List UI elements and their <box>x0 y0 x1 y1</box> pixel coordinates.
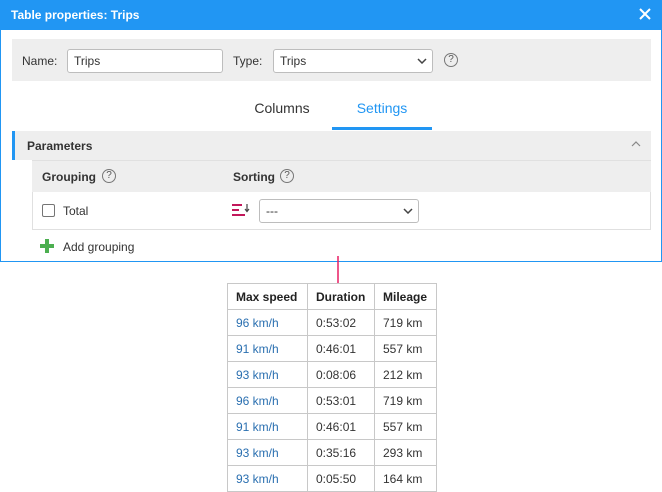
dialog-title: Table properties: Trips <box>11 8 140 22</box>
dialog-titlebar: Table properties: Trips <box>1 0 661 30</box>
max-speed-link[interactable]: 91 km/h <box>227 413 308 440</box>
name-type-row: Name: Trips Type: Trips ? <box>12 39 651 81</box>
parameters-section-header[interactable]: Parameters <box>12 131 651 160</box>
help-icon[interactable]: ? <box>444 53 458 67</box>
duration-cell: 0:53:01 <box>307 387 375 414</box>
duration-cell: 0:05:50 <box>307 465 375 492</box>
header-max-speed: Max speed <box>227 283 308 310</box>
duration-cell: 0:46:01 <box>307 413 375 440</box>
grouping-help-icon[interactable]: ? <box>102 169 116 183</box>
header-duration: Duration <box>307 283 375 310</box>
max-speed-link[interactable]: 93 km/h <box>227 439 308 466</box>
table-row: 96 km/h 0:53:02 719 km <box>227 309 437 336</box>
parameters-title: Parameters <box>27 139 93 153</box>
mileage-cell: 557 km <box>374 335 437 362</box>
type-select[interactable]: Trips <box>273 49 433 73</box>
table-row: 96 km/h 0:53:01 719 km <box>227 387 437 414</box>
name-input[interactable]: Trips <box>67 49 223 73</box>
max-speed-link[interactable]: 91 km/h <box>227 335 308 362</box>
tab-bar: Columns Settings <box>1 90 661 132</box>
sort-descending-icon[interactable] <box>232 203 250 217</box>
mileage-cell: 164 km <box>374 465 437 492</box>
grouping-header: Grouping <box>42 170 96 184</box>
mileage-cell: 212 km <box>374 361 437 388</box>
header-mileage: Mileage <box>374 283 437 310</box>
tab-settings[interactable]: Settings <box>332 90 432 130</box>
table-row: 91 km/h 0:46:01 557 km <box>227 413 437 440</box>
chevron-down-icon <box>403 208 413 214</box>
sorting-select-value: --- <box>266 204 278 218</box>
type-label: Type: <box>233 54 263 68</box>
max-speed-link[interactable]: 93 km/h <box>227 465 308 492</box>
duration-cell: 0:46:01 <box>307 335 375 362</box>
table-row: 93 km/h 0:35:16 293 km <box>227 439 437 466</box>
table-row: 93 km/h 0:05:50 164 km <box>227 465 437 492</box>
mileage-cell: 557 km <box>374 413 437 440</box>
max-speed-link[interactable]: 96 km/h <box>227 387 308 414</box>
duration-cell: 0:08:06 <box>307 361 375 388</box>
type-select-value: Trips <box>280 54 307 68</box>
plus-icon <box>40 239 54 253</box>
total-label: Total <box>63 204 89 218</box>
mileage-cell: 719 km <box>374 309 437 336</box>
table-header-row: Max speed Duration Mileage <box>227 283 437 310</box>
add-grouping-label: Add grouping <box>63 240 135 254</box>
table-row: 93 km/h 0:08:06 212 km <box>227 361 437 388</box>
sorting-help-icon[interactable]: ? <box>280 169 294 183</box>
max-speed-link[interactable]: 93 km/h <box>227 361 308 388</box>
grouping-grid-header: Grouping ? Sorting ? <box>32 160 651 192</box>
duration-cell: 0:35:16 <box>307 439 375 466</box>
sorting-header: Sorting <box>233 170 275 184</box>
tab-columns[interactable]: Columns <box>232 90 332 130</box>
name-label: Name: <box>22 54 58 68</box>
max-speed-link[interactable]: 96 km/h <box>227 309 308 336</box>
close-icon[interactable] <box>637 6 653 22</box>
grouping-row: Total --- <box>32 192 651 230</box>
trips-result-table: Max speed Duration Mileage 96 km/h 0:53:… <box>227 283 437 492</box>
mileage-cell: 293 km <box>374 439 437 466</box>
chevron-down-icon <box>417 58 427 64</box>
chevron-up-icon[interactable] <box>631 141 641 147</box>
sorting-select[interactable]: --- <box>259 199 419 223</box>
table-properties-dialog: Table properties: Trips Name: Trips Type… <box>0 0 662 262</box>
table-row: 91 km/h 0:46:01 557 km <box>227 335 437 362</box>
mileage-cell: 719 km <box>374 387 437 414</box>
total-checkbox[interactable] <box>42 204 55 217</box>
duration-cell: 0:53:02 <box>307 309 375 336</box>
